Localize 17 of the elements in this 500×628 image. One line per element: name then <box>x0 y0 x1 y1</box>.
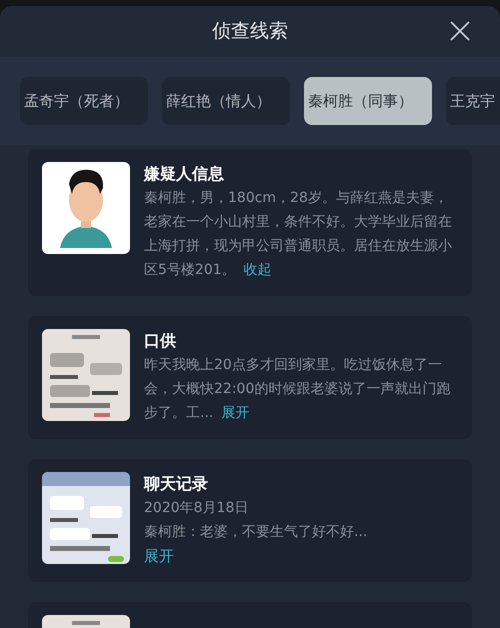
tab[interactable]: 薛红艳（情人） <box>162 77 290 125</box>
card-text: 昨天我晚上20点多才回到家里。吃过饭休息了一会，大概快22:00的时候跟老婆说了一声就出门跑步了。工... 展开 <box>144 356 452 423</box>
close-icon[interactable] <box>450 21 470 41</box>
card-text: 2020年8月18日 <box>144 499 250 518</box>
tab[interactable]: 王克宇 <box>446 77 500 125</box>
card-text: 秦柯胜：老婆，不要生气了好不好... <box>144 523 368 542</box>
toggle-link[interactable]: 收起 <box>244 262 272 278</box>
card-title: 聊天记录 <box>144 473 209 495</box>
toggle-link[interactable]: 展开 <box>144 544 174 568</box>
tab[interactable]: 秦柯胜（同事） <box>304 77 432 125</box>
card-title: 嫌疑人信息 <box>144 163 225 185</box>
avatar-icon <box>42 162 130 254</box>
tab[interactable]: 孟奇宇（死者） <box>20 77 148 125</box>
card-title: 口供 <box>144 330 177 352</box>
toggle-link[interactable]: 展开 <box>221 405 250 421</box>
dialog-title: 侦查线索 <box>212 19 288 44</box>
card-text: 秦柯胜，男，180cm，28岁。与薛红燕是夫妻，老家在一个小山村里，条件不好。大学毕业后留在上海打拼，现为甲公司普通职员。居住在放生源小区5号楼201。 收起 <box>144 189 453 280</box>
